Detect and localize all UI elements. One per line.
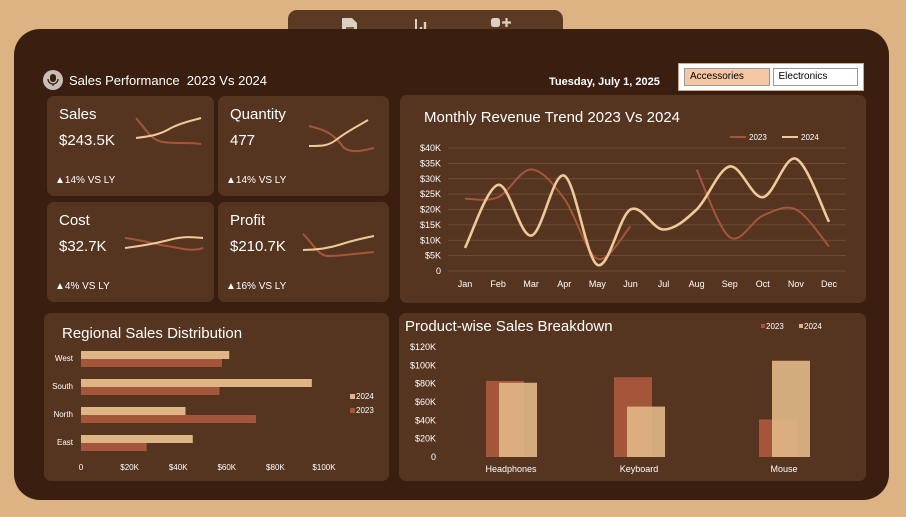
x-tick-label: May	[589, 279, 607, 289]
x-tick-label: Jun	[623, 279, 638, 289]
bar-2024	[627, 406, 665, 457]
y-tick-label: $20K	[420, 205, 441, 215]
kpi-label: Sales	[59, 106, 97, 123]
category-label: East	[57, 438, 74, 447]
microphone-icon	[43, 70, 63, 90]
category-label: Keyboard	[620, 464, 659, 474]
category-label: North	[53, 410, 73, 419]
bar-2024	[81, 379, 312, 387]
x-tick-label: Dec	[821, 279, 838, 289]
kpi-value: $32.7K	[59, 238, 107, 255]
product-sales-panel: Product-wise Sales Breakdown 0 $20K $40K $6…	[399, 313, 866, 481]
kpi-card-quantity: Quantity 477 ▲14% VS LY	[218, 96, 389, 196]
x-tick-label: Apr	[557, 279, 571, 289]
sparkline	[124, 236, 204, 251]
legend-label: 2024	[801, 133, 819, 142]
x-tick-label: Nov	[788, 279, 805, 289]
bar-2024	[772, 360, 810, 457]
dashboard-header: Sales Performance 2023 Vs 2024	[43, 70, 267, 90]
series-line-2024	[463, 157, 831, 267]
x-tick-label: $20K	[120, 463, 139, 472]
x-tick-label: Mar	[523, 279, 539, 289]
x-tick-label: $80K	[266, 463, 285, 472]
y-tick-label: $60K	[415, 397, 436, 407]
x-tick-label: 0	[79, 463, 84, 472]
regional-sales-chart: West South North East 0 $20K $40K $60K $80K $100K…	[52, 351, 374, 472]
x-tick-label: Aug	[689, 279, 705, 289]
kpi-change: ▲16% VS LY	[226, 281, 287, 292]
kpi-label: Cost	[59, 212, 90, 229]
x-tick-label: $100K	[312, 463, 336, 472]
monthly-revenue-panel: Monthly Revenue Trend 2023 Vs 2024 0 $5K $…	[400, 95, 866, 303]
category-label: South	[52, 382, 73, 391]
product-sales-chart: 0 $20K $40K $60K $80K $100K $120K Headphones Key…	[410, 322, 822, 474]
legend-label: 2023	[356, 406, 374, 415]
kpi-label: Quantity	[230, 106, 286, 123]
legend-swatch	[799, 324, 803, 328]
y-tick-label: $25K	[420, 189, 441, 199]
kpi-label: Profit	[230, 212, 266, 229]
bar-2024	[81, 435, 193, 443]
regional-sales-panel: Regional Sales Distribution West South Nor…	[44, 313, 389, 481]
legend-label: 2023	[766, 322, 784, 331]
category-label: West	[55, 354, 74, 363]
bar-2023	[81, 387, 220, 395]
legend-swatch	[761, 324, 765, 328]
y-tick-label: $80K	[415, 379, 436, 389]
y-tick-label: $35K	[420, 158, 441, 168]
bar-2023	[81, 415, 256, 423]
y-tick-label: $120K	[410, 342, 436, 352]
sparkline	[135, 117, 202, 145]
y-tick-label: $5K	[425, 251, 441, 261]
x-tick-label: Sep	[722, 279, 738, 289]
legend-swatch	[350, 394, 355, 399]
y-tick-label: $15K	[420, 220, 441, 230]
bar-2024	[499, 382, 537, 457]
x-tick-label: Jan	[458, 279, 473, 289]
bar-2023	[81, 359, 222, 367]
x-tick-label: Oct	[756, 279, 771, 289]
kpi-card-sales: Sales $243.5K ▲14% VS LY	[47, 96, 214, 196]
slicer-option-accessories[interactable]: Accessories	[684, 68, 770, 86]
category-label: Headphones	[485, 464, 537, 474]
x-tick-label: $40K	[169, 463, 188, 472]
y-tick-label: $40K	[415, 415, 436, 425]
bar-2024	[81, 351, 230, 359]
legend-label: 2024	[356, 392, 374, 401]
sparkline	[308, 119, 375, 153]
kpi-change: ▲4% VS LY	[55, 281, 110, 292]
y-tick-label: 0	[431, 452, 436, 462]
bar-2023	[81, 443, 147, 451]
kpi-value: $210.7K	[230, 238, 286, 255]
x-tick-label: Feb	[490, 279, 506, 289]
legend-label: 2024	[804, 322, 822, 331]
category-slicer: Accessories Electronics	[678, 63, 864, 91]
x-tick-label: Jul	[658, 279, 670, 289]
legend-label: 2023	[749, 133, 767, 142]
kpi-value: 477	[230, 132, 256, 149]
y-tick-label: 0	[436, 266, 441, 276]
y-tick-label: $40K	[420, 143, 441, 153]
y-tick-label: $30K	[420, 174, 441, 184]
kpi-change: ▲14% VS LY	[226, 175, 287, 186]
slicer-option-electronics[interactable]: Electronics	[772, 68, 858, 86]
kpi-value: $243.5K	[59, 132, 115, 149]
y-tick-label: $100K	[410, 360, 436, 370]
legend-swatch	[350, 408, 355, 413]
current-date: Tuesday, July 1, 2025	[549, 76, 660, 88]
monthly-revenue-chart: 0 $5K $10K $15K $20K $25K $30K $35K $40K Jan Feb Ma…	[420, 133, 846, 289]
series-line-2023	[464, 168, 632, 260]
kpi-card-cost: Cost $32.7K ▲4% VS LY	[47, 202, 214, 302]
category-label: Mouse	[770, 464, 797, 474]
kpi-change: ▲14% VS LY	[55, 175, 116, 186]
kpi-card-profit: Profit $210.7K ▲16% VS LY	[218, 202, 389, 302]
y-tick-label: $10K	[420, 235, 441, 245]
sparkline	[302, 233, 375, 258]
y-tick-label: $20K	[415, 434, 436, 444]
x-tick-label: $60K	[217, 463, 236, 472]
bar-2024	[81, 407, 186, 415]
page-title: Sales Performance 2023 Vs 2024	[69, 72, 268, 88]
